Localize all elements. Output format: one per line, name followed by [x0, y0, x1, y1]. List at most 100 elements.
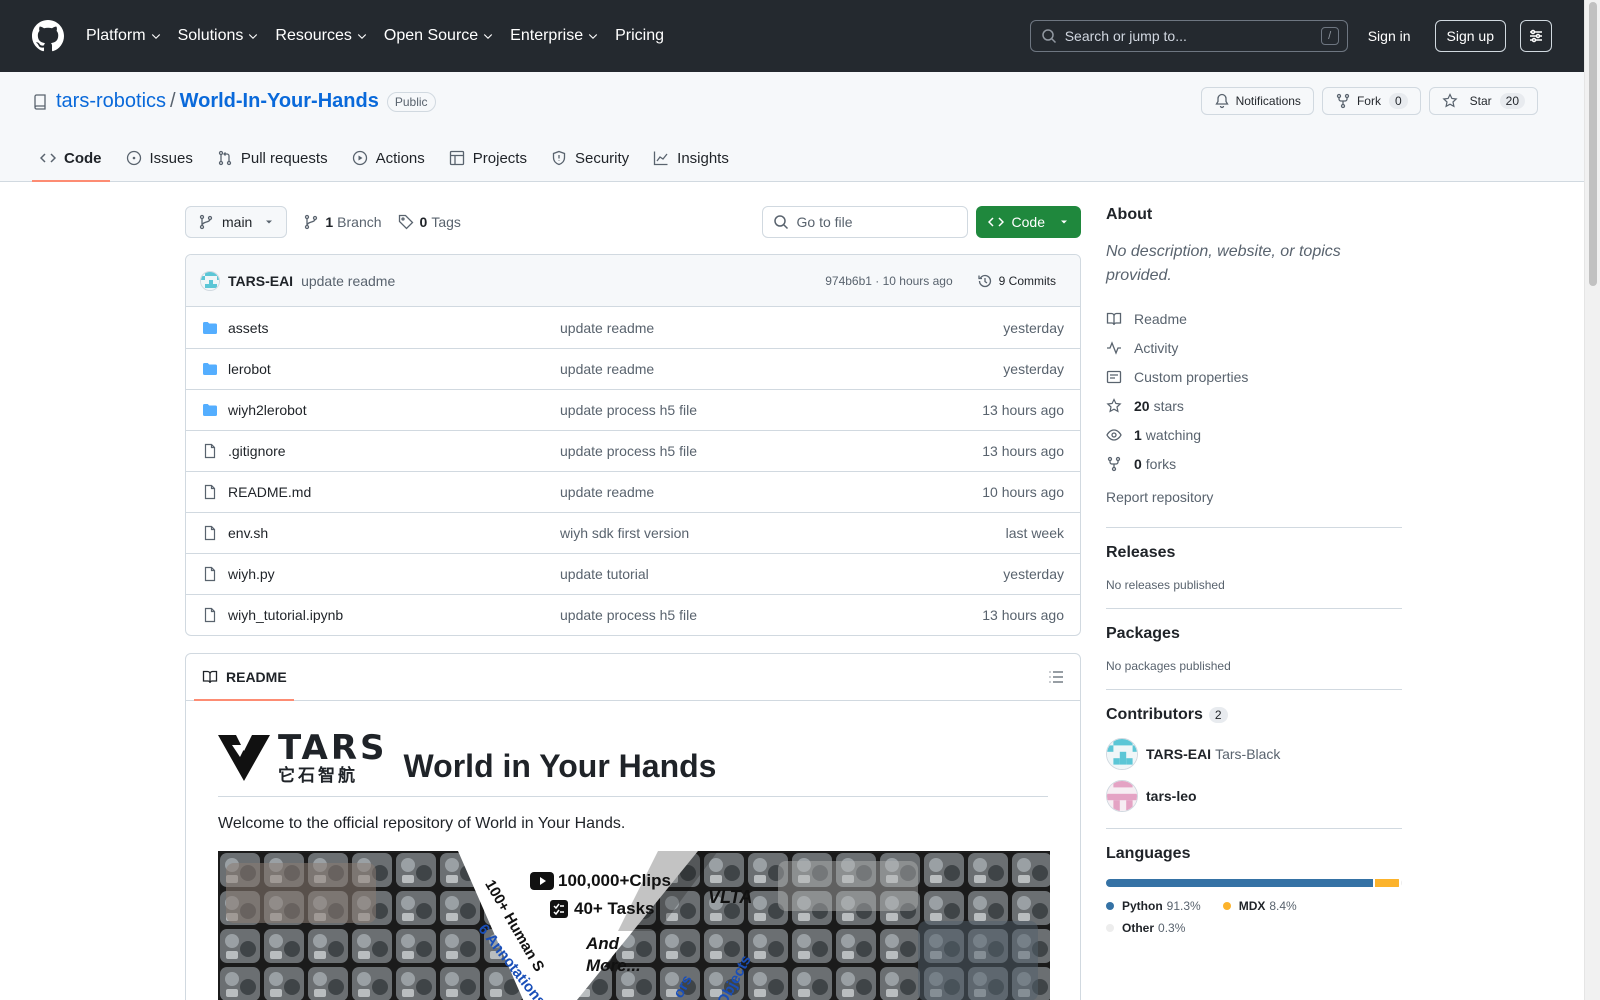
branch-icon [199, 214, 213, 230]
scrollbar-thumb[interactable] [1589, 2, 1597, 286]
star-label: Star [1469, 94, 1492, 108]
language-item[interactable]: MDX 8.4% [1222, 895, 1297, 917]
file-commit-message[interactable]: wiyh sdk first version [560, 525, 1006, 541]
readme-tab-underline [194, 699, 294, 701]
activity-link[interactable]: Activity [1106, 333, 1402, 362]
language-item[interactable]: Other 0.3% [1106, 917, 1185, 939]
commits-history-link[interactable]: 9 Commits [969, 269, 1064, 293]
file-row[interactable]: README.md update readme 10 hours ago [186, 471, 1080, 512]
commit-author-link[interactable]: TARS-EAI [228, 273, 293, 289]
nav-pricing[interactable]: Pricing [615, 27, 664, 45]
outline-list-icon[interactable] [1048, 669, 1064, 685]
file-commit-message[interactable]: update readme [560, 484, 982, 500]
file-commit-message[interactable]: update readme [560, 361, 1003, 377]
eye-icon [1106, 428, 1122, 441]
note-icon [1106, 370, 1122, 383]
chevron-down-icon [151, 34, 160, 40]
page-scrollbar[interactable] [1584, 0, 1600, 1000]
identicon-avatar [1107, 781, 1137, 811]
author-avatar[interactable] [200, 270, 220, 291]
file-commit-message[interactable]: update process h5 file [560, 402, 982, 418]
tab-issues[interactable]: Issues [118, 135, 201, 181]
graph-icon [654, 151, 668, 166]
nav-enterprise[interactable]: Enterprise [510, 27, 599, 45]
commit-message-link[interactable]: update readme [301, 273, 395, 289]
readme-link[interactable]: Readme [1106, 304, 1402, 333]
contributors-heading[interactable]: Contributors 2 [1106, 706, 1402, 724]
tab-code[interactable]: Code [32, 135, 110, 182]
file-commit-message[interactable]: update tutorial [560, 566, 1003, 582]
forks-link[interactable]: 0 forks [1106, 449, 1402, 478]
code-icon [987, 217, 1004, 227]
watching-label: watching [1145, 426, 1202, 443]
table-icon [449, 150, 464, 166]
repo-icon [34, 93, 46, 110]
global-search-input[interactable]: Search or jump to... / [1029, 20, 1348, 52]
go-to-file-input[interactable]: Go to file [761, 206, 968, 238]
file-commit-message[interactable]: update process h5 file [560, 443, 982, 459]
readme-tab[interactable]: README [202, 654, 287, 701]
nav-resources[interactable]: Resources [275, 27, 367, 45]
nav-enterprise-label: Enterprise [510, 27, 584, 44]
language-item[interactable]: Python 91.3% [1106, 895, 1201, 917]
file-row[interactable]: assets update readme yesterday [186, 307, 1080, 348]
stars-link[interactable]: 20 stars [1106, 391, 1402, 420]
appearance-settings-button[interactable] [1520, 20, 1552, 52]
fork-button[interactable]: Fork 0 [1321, 87, 1421, 115]
star-button[interactable]: Star 20 [1428, 87, 1538, 115]
tags-link[interactable]: 0 Tags [398, 214, 461, 230]
file-row[interactable]: wiyh2lerobot update process h5 file 13 hou… [186, 389, 1080, 430]
tab-pull-requests[interactable]: Pull requests [209, 135, 336, 181]
file-name-link[interactable]: wiyh.py [228, 566, 560, 582]
file-commit-message[interactable]: update readme [560, 320, 1003, 336]
file-name-link[interactable]: wiyh2lerobot [228, 402, 560, 418]
file-name-link[interactable]: env.sh [228, 525, 560, 541]
watching-link[interactable]: 1 watching [1106, 420, 1402, 449]
file-name-link[interactable]: assets [228, 320, 560, 336]
contributors-section: Contributors 2 TARS-EAI Tars-Black tars-l… [1106, 689, 1402, 812]
file-name-link[interactable]: wiyh_tutorial.ipynb [228, 607, 560, 623]
file-name-link[interactable]: lerobot [228, 361, 560, 377]
main-column: main 1 Branch 0 Tags Go to file Code TARS-… [185, 206, 1081, 1000]
notifications-button[interactable]: Notifications [1200, 87, 1314, 115]
file-name-link[interactable]: .gitignore [228, 443, 560, 459]
report-repository-link[interactable]: Report repository [1106, 482, 1402, 511]
contributor-item[interactable]: tars-leo [1106, 780, 1402, 812]
tab-projects[interactable]: Projects [441, 135, 535, 181]
book-icon [202, 670, 218, 684]
code-download-button[interactable]: Code [975, 206, 1081, 238]
banner-clips-text: 100,000+Clips [558, 871, 671, 890]
commit-sha-time[interactable]: 974b6b1 · 10 hours ago [825, 274, 952, 288]
contributor-item[interactable]: TARS-EAI Tars-Black [1106, 738, 1402, 770]
github-logo-icon[interactable] [32, 20, 64, 52]
sign-up-button[interactable]: Sign up [1434, 20, 1506, 52]
contributor-login: tars-leo [1146, 788, 1197, 804]
releases-heading[interactable]: Releases [1106, 544, 1402, 562]
repo-name-link[interactable]: World-In-Your-Hands [180, 90, 379, 113]
tab-actions[interactable]: Actions [344, 135, 433, 181]
file-commit-message[interactable]: update process h5 file [560, 607, 982, 623]
file-row[interactable]: .gitignore update process h5 file 13 hours… [186, 430, 1080, 471]
contributor-login: TARS-EAI [1146, 746, 1212, 762]
file-row[interactable]: env.sh wiyh sdk first version last week [186, 512, 1080, 553]
nav-platform[interactable]: Platform [86, 27, 162, 45]
banner-vlta: VLTA [708, 887, 753, 907]
file-row[interactable]: wiyh_tutorial.ipynb update process h5 fil… [186, 594, 1080, 635]
nav-solutions[interactable]: Solutions [178, 27, 260, 45]
repo-owner-link[interactable]: tars-robotics [56, 90, 166, 113]
packages-heading[interactable]: Packages [1106, 625, 1402, 643]
nav-open-source[interactable]: Open Source [384, 27, 494, 45]
file-icon [204, 607, 216, 623]
tab-security[interactable]: Security [543, 135, 637, 181]
star-icon [1442, 93, 1458, 108]
branches-link[interactable]: 1 Branch [303, 214, 382, 230]
file-row[interactable]: wiyh.py update tutorial yesterday [186, 553, 1080, 594]
sign-in-link[interactable]: Sign in [1368, 28, 1411, 44]
tab-insights[interactable]: Insights [645, 135, 737, 181]
custom-properties-link[interactable]: Custom properties [1106, 362, 1402, 391]
file-name-link[interactable]: README.md [228, 484, 560, 500]
branch-selector[interactable]: main [185, 206, 288, 238]
tab-actions-label: Actions [375, 149, 425, 167]
file-row[interactable]: lerobot update readme yesterday [186, 348, 1080, 389]
file-icon [204, 484, 216, 500]
